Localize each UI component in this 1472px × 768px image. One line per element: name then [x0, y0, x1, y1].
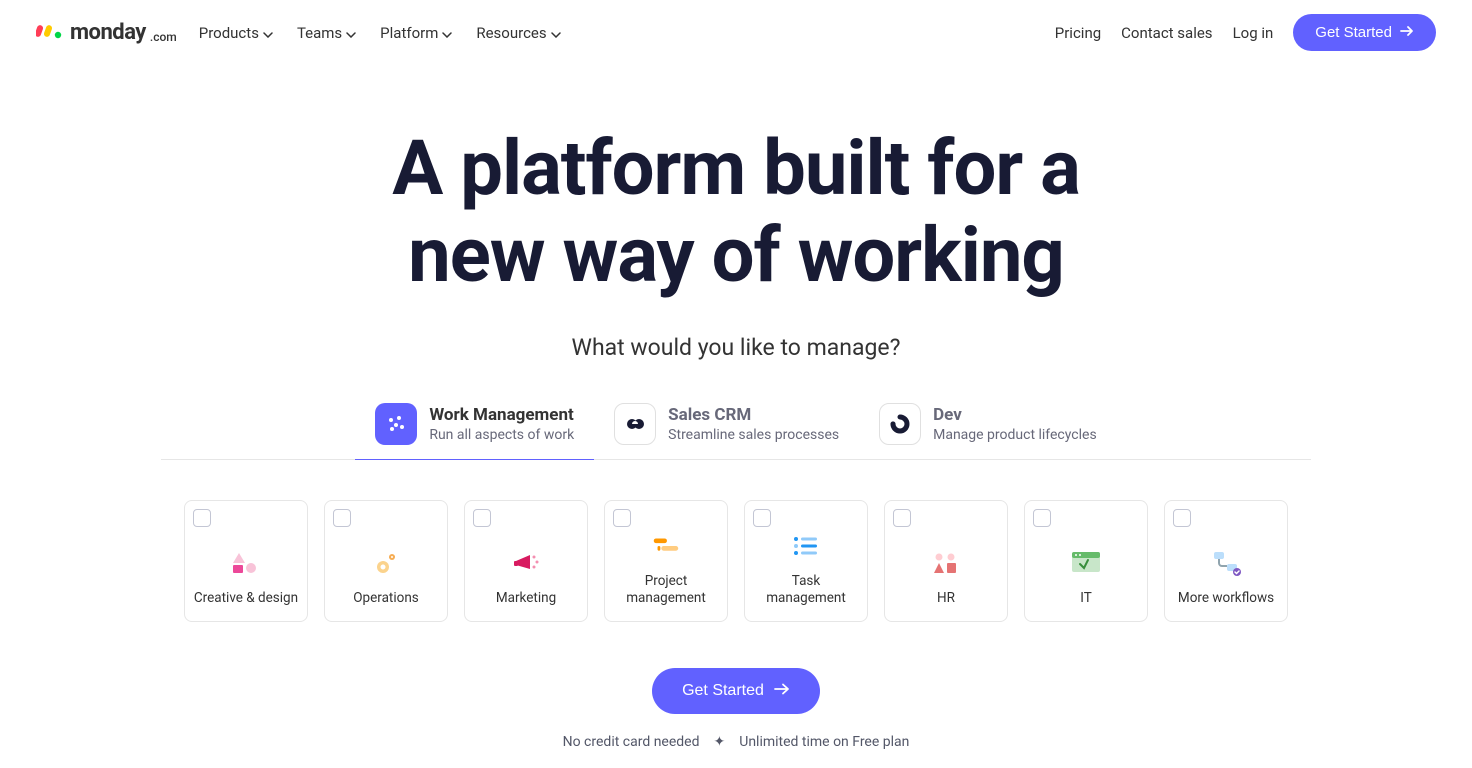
header: monday .com Products Teams Platform — [0, 0, 1472, 65]
tab-work-management[interactable]: Work Management Run all aspects of work — [355, 403, 594, 459]
project-management-icon — [650, 533, 682, 559]
logo-mark-icon — [36, 21, 66, 45]
hero: A platform built for a new way of workin… — [0, 65, 1472, 750]
card-label: Project management — [611, 573, 721, 607]
cta-section: Get Started No credit card needed ✦ Unli… — [0, 668, 1472, 750]
dev-icon — [879, 403, 921, 445]
nav-resources[interactable]: Resources — [476, 24, 560, 42]
arrow-right-icon — [774, 682, 790, 700]
nav-links: Products Teams Platform Resources — [199, 24, 561, 42]
login-link[interactable]: Log in — [1233, 24, 1274, 42]
card-project-management[interactable]: Project management — [604, 500, 728, 622]
card-label: Marketing — [496, 590, 556, 607]
cta-note-right: Unlimited time on Free plan — [739, 734, 909, 750]
chevron-down-icon — [442, 24, 452, 42]
tab-dev[interactable]: Dev Manage product lifecycles — [859, 403, 1117, 459]
get-started-button-main[interactable]: Get Started — [652, 668, 820, 714]
card-it[interactable]: IT — [1024, 500, 1148, 622]
chevron-down-icon — [263, 24, 273, 42]
crm-icon — [614, 403, 656, 445]
nav-teams[interactable]: Teams — [297, 24, 356, 42]
pricing-link[interactable]: Pricing — [1055, 24, 1101, 42]
checkbox[interactable] — [473, 509, 491, 527]
nav-platform[interactable]: Platform — [380, 24, 452, 42]
tab-title: Work Management — [429, 405, 574, 425]
more-workflows-icon — [1210, 550, 1242, 576]
nav-label: Platform — [380, 24, 438, 42]
card-creative-design[interactable]: Creative & design — [184, 500, 308, 622]
checkbox[interactable] — [1173, 509, 1191, 527]
work-management-icon — [375, 403, 417, 445]
sparkle-icon: ✦ — [714, 734, 726, 750]
operations-icon — [370, 550, 402, 576]
button-label: Get Started — [1315, 24, 1392, 41]
creative-design-icon — [230, 550, 262, 576]
workflow-cards: Creative & design Operations — [0, 500, 1472, 622]
card-label: More workflows — [1178, 590, 1274, 607]
hero-title-line1: A platform built for a — [392, 123, 1080, 213]
card-task-management[interactable]: Task management — [744, 500, 868, 622]
hr-icon — [930, 550, 962, 576]
card-label: IT — [1080, 590, 1092, 607]
chevron-down-icon — [551, 24, 561, 42]
card-label: Creative & design — [194, 590, 298, 607]
contact-sales-link[interactable]: Contact sales — [1121, 24, 1212, 42]
cta-note-left: No credit card needed — [563, 734, 700, 750]
header-right: Pricing Contact sales Log in Get Started — [1055, 14, 1436, 51]
tab-subtitle: Run all aspects of work — [429, 427, 574, 443]
card-label: Operations — [353, 590, 419, 607]
logo[interactable]: monday .com — [36, 20, 177, 45]
it-icon — [1070, 550, 1102, 576]
checkbox[interactable] — [333, 509, 351, 527]
hero-subheading: What would you like to manage? — [0, 334, 1472, 361]
nav-label: Products — [199, 24, 259, 42]
card-operations[interactable]: Operations — [324, 500, 448, 622]
logo-suffix: .com — [150, 30, 177, 44]
tab-subtitle: Manage product lifecycles — [933, 427, 1097, 443]
cta-note: No credit card needed ✦ Unlimited time o… — [563, 734, 910, 750]
card-marketing[interactable]: Marketing — [464, 500, 588, 622]
task-management-icon — [790, 533, 822, 559]
checkbox[interactable] — [893, 509, 911, 527]
checkbox[interactable] — [193, 509, 211, 527]
card-label: Task management — [751, 573, 861, 607]
tab-text: Work Management Run all aspects of work — [429, 405, 574, 443]
card-more-workflows[interactable]: More workflows — [1164, 500, 1288, 622]
checkbox[interactable] — [613, 509, 631, 527]
tabs: Work Management Run all aspects of work … — [161, 403, 1311, 460]
hero-title-line2: new way of working — [408, 210, 1064, 300]
tab-title: Sales CRM — [668, 405, 839, 425]
chevron-down-icon — [346, 24, 356, 42]
arrow-right-icon — [1400, 24, 1414, 41]
nav-products[interactable]: Products — [199, 24, 273, 42]
header-left: monday .com Products Teams Platform — [36, 20, 561, 45]
checkbox[interactable] — [753, 509, 771, 527]
tab-subtitle: Streamline sales processes — [668, 427, 839, 443]
checkbox[interactable] — [1033, 509, 1051, 527]
nav-label: Teams — [297, 24, 342, 42]
hero-title: A platform built for a new way of workin… — [0, 125, 1472, 300]
get-started-button-header[interactable]: Get Started — [1293, 14, 1436, 51]
tab-title: Dev — [933, 405, 1097, 425]
nav-label: Resources — [476, 24, 546, 42]
tab-text: Sales CRM Streamline sales processes — [668, 405, 839, 443]
card-label: HR — [937, 590, 955, 607]
button-label: Get Started — [682, 682, 764, 700]
logo-text: monday — [70, 20, 146, 45]
tab-sales-crm[interactable]: Sales CRM Streamline sales processes — [594, 403, 859, 459]
tab-text: Dev Manage product lifecycles — [933, 405, 1097, 443]
marketing-icon — [510, 550, 542, 576]
card-hr[interactable]: HR — [884, 500, 1008, 622]
